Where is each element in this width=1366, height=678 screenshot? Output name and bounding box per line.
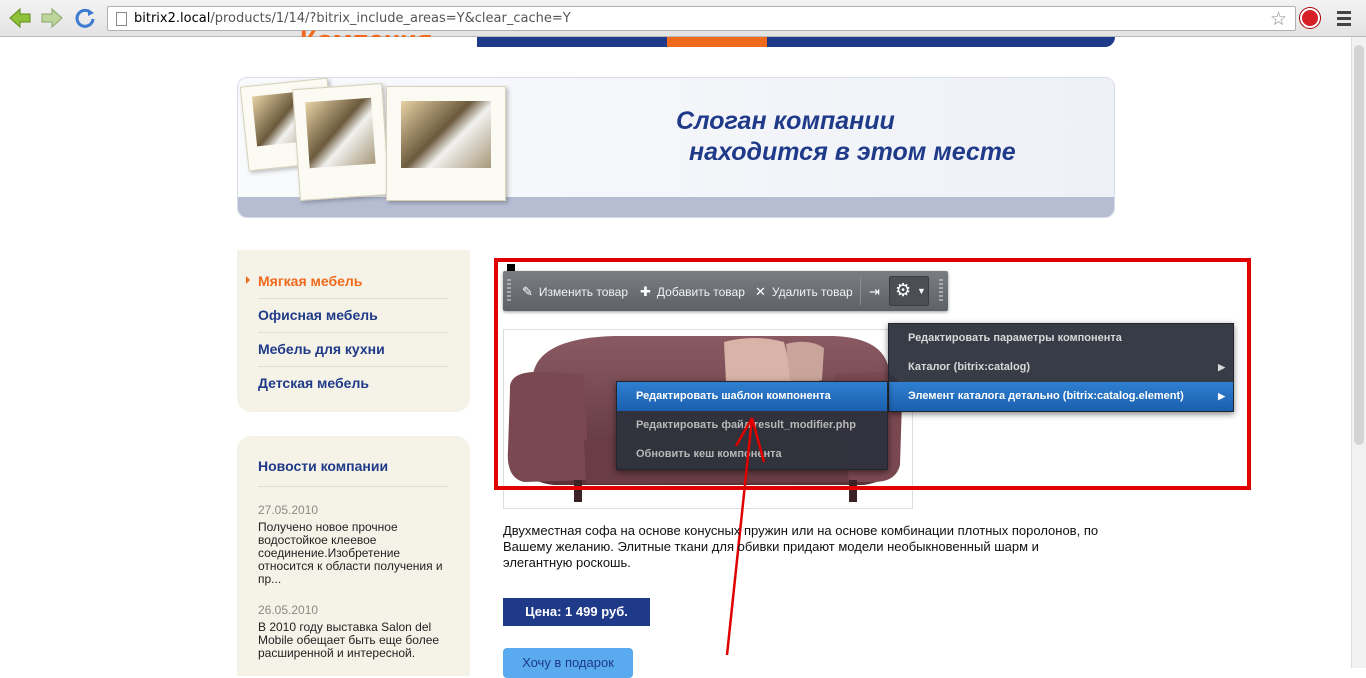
product-description: Двухместная софа на основе конусных пруж…	[503, 523, 1099, 570]
price-badge: Цена: 1 499 руб.	[503, 598, 650, 626]
order-button[interactable]: Хочу в подарок	[503, 648, 633, 678]
